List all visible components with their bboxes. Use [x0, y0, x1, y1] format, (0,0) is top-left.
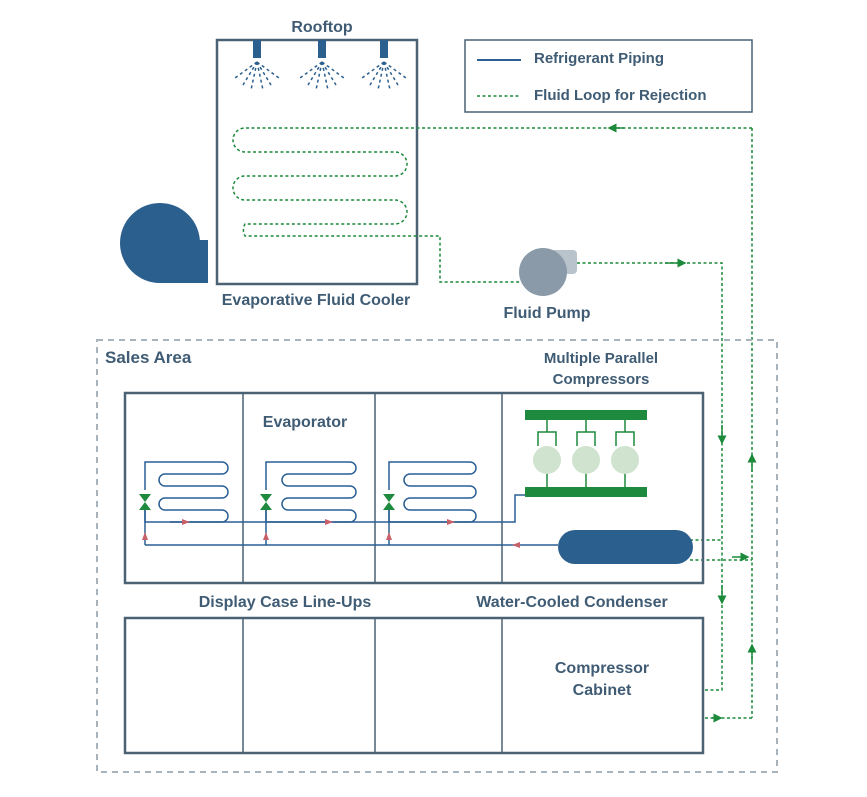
compressor-cabinet-label-line1: Compressor: [555, 660, 649, 677]
rooftop-label: Rooftop: [291, 19, 353, 36]
legend-fluid-loop-label: Fluid Loop for Rejection: [534, 87, 707, 104]
refrigerant-flow-arrows: [142, 519, 520, 548]
fluid-pump-icon: [519, 248, 577, 296]
compressors-label-line1: Multiple Parallel: [544, 350, 658, 367]
spray-nozzle-icon: [299, 40, 345, 91]
compressors-label-line2: Compressors: [553, 371, 650, 388]
sales-area-label: Sales Area: [105, 348, 192, 367]
cabinet-fluid-in: [705, 600, 723, 691]
water-cooled-condenser-tank: [558, 530, 693, 564]
refrigeration-system-diagram: Rooftop Evaporative Fluid Cooler Fluid P…: [96, 19, 778, 773]
evaporator-coils: [144, 461, 558, 546]
water-cooled-condenser-label: Water-Cooled Condenser: [476, 594, 667, 611]
expansion-valve-icon: [139, 494, 395, 510]
evaporative-fluid-cooler-label: Evaporative Fluid Cooler: [222, 292, 410, 309]
fan-blower-icon: [120, 203, 208, 283]
compressor-cabinet-label-line2: Cabinet: [573, 682, 632, 699]
spray-nozzle-icon: [361, 40, 407, 91]
spray-nozzle-icon: [234, 40, 280, 91]
legend-refrigerant-label: Refrigerant Piping: [534, 50, 664, 67]
parallel-compressors-icon: [525, 410, 647, 497]
legend: Refrigerant Piping Fluid Loop for Reject…: [464, 39, 753, 113]
evaporator-label: Evaporator: [263, 414, 347, 431]
display-case-lineups-label: Display Case Line-Ups: [199, 594, 372, 611]
fluid-pump-label: Fluid Pump: [503, 305, 590, 322]
